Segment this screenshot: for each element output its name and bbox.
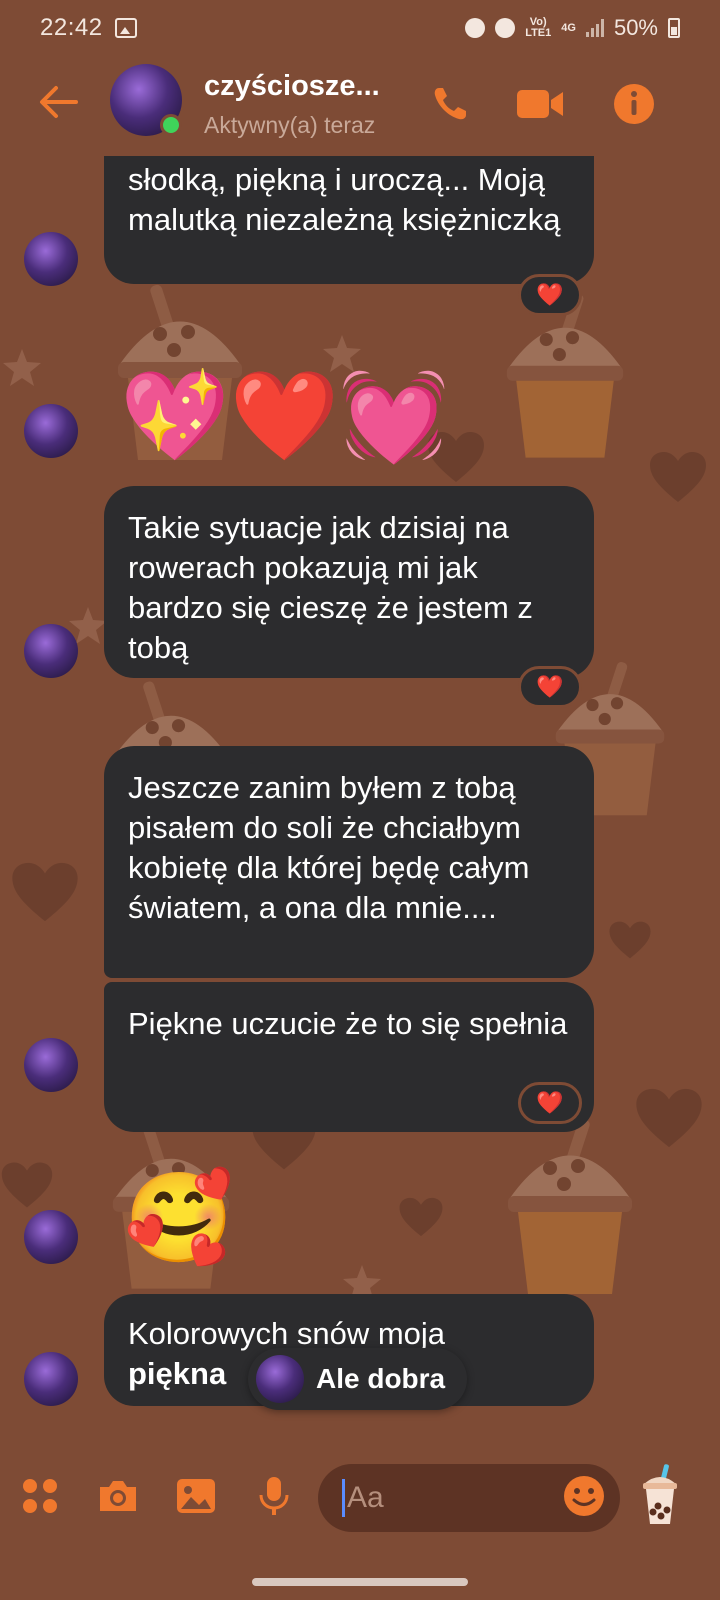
video-icon: [517, 90, 563, 118]
alarm-icon: [495, 18, 516, 38]
online-indicator: [160, 114, 182, 136]
battery-icon: [668, 18, 680, 38]
home-indicator[interactable]: [252, 1578, 468, 1586]
signal-icon: [585, 19, 604, 37]
bubble-tea-icon: [643, 1464, 677, 1524]
contact-name[interactable]: czyściosze...: [204, 70, 380, 103]
emoji-icon: [564, 1476, 604, 1516]
more-actions-button[interactable]: [12, 1468, 68, 1524]
battery-percent: 50%: [613, 15, 658, 40]
recycle-icon: [465, 18, 486, 38]
message-bubble-1[interactable]: słodką, piękną i uroczą... Moją malutką …: [104, 156, 594, 284]
gallery-button[interactable]: [168, 1468, 224, 1524]
chat-header: czyściosze... Aktywny(a) teraz: [0, 56, 720, 156]
heart-reaction[interactable]: ❤️: [518, 666, 582, 708]
back-button[interactable]: [34, 78, 82, 126]
status-indicators: Vo) LTE1 4G 50%: [465, 15, 680, 41]
contact-status: Aktywny(a) teraz: [204, 112, 376, 138]
sender-avatar[interactable]: [24, 404, 78, 458]
sender-avatar[interactable]: [24, 624, 78, 678]
message-line: Kolorowych snów moja: [128, 1316, 446, 1351]
message-list[interactable]: słodką, piękną i uroczą... Moją malutką …: [0, 156, 720, 1446]
network-type: 4G: [561, 21, 576, 34]
video-call-button[interactable]: [514, 78, 566, 130]
camera-icon: [100, 1481, 136, 1511]
info-button[interactable]: [608, 78, 660, 130]
emoji-button[interactable]: [556, 1468, 612, 1524]
gallery-notification-icon: [114, 18, 137, 38]
message-composer: Aa: [0, 1446, 720, 1556]
message-line: piękna: [128, 1356, 227, 1391]
new-message-preview[interactable]: Ale dobra: [248, 1348, 468, 1410]
text-caret: [342, 1479, 345, 1517]
heart-reaction[interactable]: ❤️: [518, 274, 582, 316]
camera-button[interactable]: [90, 1468, 146, 1524]
back-arrow-icon: [40, 86, 78, 118]
status-time: 22:42: [40, 14, 103, 41]
emoji-message-smiling-hearts[interactable]: 🥰: [124, 1168, 234, 1268]
microphone-icon: [259, 1477, 289, 1515]
sender-avatar[interactable]: [24, 1210, 78, 1264]
message-bubble-3[interactable]: Takie sytuacje jak dzisiaj na rowerach p…: [104, 486, 594, 678]
lte-label: LTE1: [525, 27, 552, 39]
sender-avatar: [256, 1355, 304, 1403]
message-input-placeholder: Aa: [347, 1481, 384, 1514]
menu-dots-icon: [23, 1479, 57, 1513]
voice-call-button[interactable]: [424, 78, 476, 130]
message-bubble-4[interactable]: Jeszcze zanim byłem z tobą pisałem do so…: [104, 746, 594, 978]
sender-avatar[interactable]: [24, 1038, 78, 1092]
phone-icon: [434, 88, 466, 120]
network-label: Vo) LTE1: [525, 17, 551, 39]
preview-text: Ale dobra: [316, 1363, 446, 1394]
sender-avatar[interactable]: [24, 232, 78, 286]
status-bar: 22:42 Vo) LTE1 4G 50%: [0, 0, 720, 56]
voice-message-button[interactable]: [246, 1468, 302, 1524]
info-icon: [614, 84, 654, 124]
quick-reaction-button[interactable]: [632, 1460, 688, 1530]
sender-avatar[interactable]: [24, 1352, 78, 1406]
gallery-icon: [177, 1479, 215, 1513]
emoji-message-hearts[interactable]: 💖❤️💓: [120, 366, 449, 466]
heart-reaction[interactable]: ❤️: [518, 1082, 582, 1124]
